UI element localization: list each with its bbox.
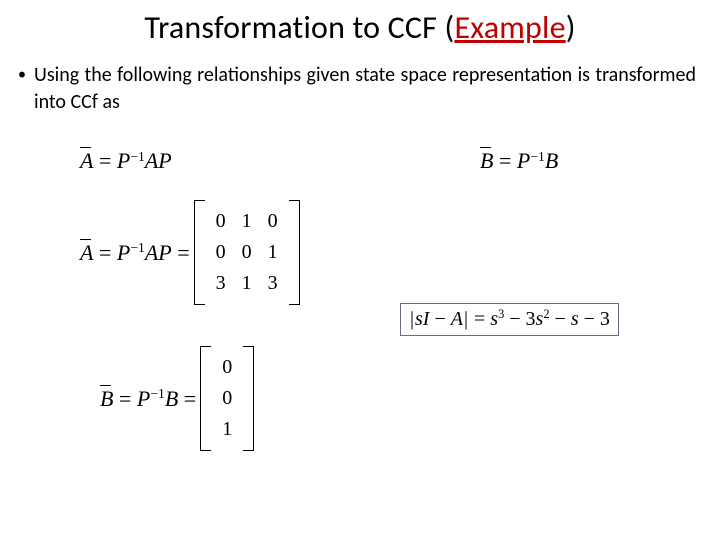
slide: Transformation to CCF (Example) • Using … — [0, 0, 720, 540]
eq-b-lhs: B — [480, 148, 493, 174]
title-post: ) — [566, 8, 576, 47]
matrix-B: 0 0 1 — [200, 346, 254, 451]
matA-r2c1: 1 — [234, 268, 260, 299]
eq-a-matrix: A = P−1AP = 0 1 0 0 0 1 — [80, 200, 300, 305]
bullet-text: Using the following relationships given … — [34, 62, 696, 116]
matB-r1: 0 — [214, 383, 240, 414]
eq-a-lhs: A — [80, 148, 93, 174]
bullet-dot: • — [18, 64, 26, 86]
matA-r2c0: 3 — [208, 268, 234, 299]
matB-r0: 0 — [214, 352, 240, 383]
title-example: Example — [454, 8, 565, 47]
matB-r2: 1 — [214, 414, 240, 445]
matA-r0c0: 0 — [208, 206, 234, 237]
matA-r2c2: 3 — [260, 268, 286, 299]
bullet-item: • Using the following relationships give… — [20, 62, 696, 116]
matA-r0c1: 1 — [234, 206, 260, 237]
eq-b-relation: B = P−1B — [480, 148, 558, 174]
title-pre: Transformation to CCF ( — [144, 8, 454, 47]
matA-r1c0: 0 — [208, 237, 234, 268]
matA-r1c1: 0 — [234, 237, 260, 268]
equation-area: A = P−1AP B = P−1B A = P−1AP = 0 — [0, 128, 720, 528]
eq-b-matrix: B = P−1B = 0 0 1 — [100, 346, 254, 451]
slide-title: Transformation to CCF (Example) — [0, 8, 720, 47]
matA-r1c2: 1 — [260, 237, 286, 268]
char-poly-box: |sI − A| = s3 − 3s2 − s − 3 — [400, 303, 619, 336]
eq-a-relation: A = P−1AP — [80, 148, 172, 174]
matA-lhs: A — [80, 240, 93, 266]
matB-lhs: B — [100, 386, 113, 412]
matA-r0c2: 0 — [260, 206, 286, 237]
matrix-A: 0 1 0 0 0 1 3 1 3 — [194, 200, 300, 305]
